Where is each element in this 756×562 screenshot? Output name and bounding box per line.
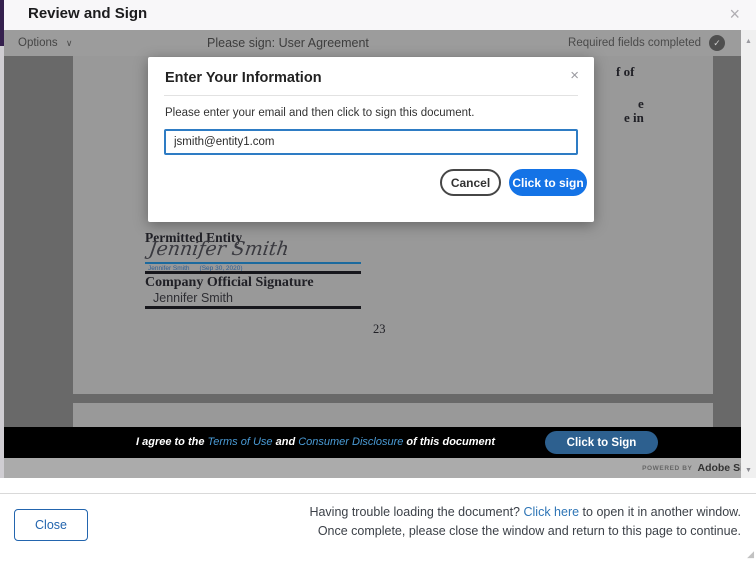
- required-fields-status: Required fields completed ✓: [568, 30, 725, 56]
- email-input[interactable]: [164, 129, 578, 155]
- adobe-sign-logo: Adobe Si: [697, 462, 741, 474]
- help-line1-post: to open it in another window.: [579, 505, 741, 519]
- modal-actions: Cancel Click to sign: [440, 169, 587, 196]
- chevron-down-icon: ∨: [66, 38, 73, 48]
- dialog-close-icon[interactable]: ×: [729, 4, 740, 24]
- divider-line: [145, 271, 361, 274]
- terms-of-use-link[interactable]: Terms of Use: [208, 436, 273, 448]
- footer-help-text: Having trouble loading the document? Cli…: [181, 503, 741, 541]
- page-number: 23: [373, 322, 386, 337]
- enter-information-modal: Enter Your Information × Please enter yo…: [148, 57, 594, 222]
- dialog-footer: Close Having trouble loading the documen…: [0, 478, 756, 562]
- modal-instruction-text: Please enter your email and then click t…: [165, 107, 474, 119]
- company-official-label: Company Official Signature: [145, 275, 314, 291]
- sign-toolbar: Options ∨ Please sign: User Agreement Re…: [4, 30, 741, 56]
- review-and-sign-dialog: Review and Sign × Options ∨ Please sign:…: [0, 0, 756, 562]
- agree-prefix: I agree to the: [136, 436, 208, 448]
- modal-close-icon[interactable]: ×: [570, 67, 579, 84]
- agree-text: I agree to the Terms of Use and Consumer…: [136, 427, 495, 458]
- dialog-title: Review and Sign: [28, 5, 147, 22]
- click-to-sign-modal-button[interactable]: Click to sign: [509, 169, 587, 196]
- agree-bar: I agree to the Terms of Use and Consumer…: [4, 427, 741, 458]
- powered-by-label: POWERED BY: [642, 465, 692, 472]
- required-fields-label: Required fields completed: [568, 37, 701, 49]
- dialog-titlebar: Review and Sign ×: [4, 0, 756, 30]
- help-line2: Once complete, please close the window a…: [318, 524, 741, 538]
- powered-by-strip: POWERED BY Adobe Si: [4, 458, 741, 478]
- modal-divider: [164, 95, 578, 96]
- company-official-name: Jennifer Smith: [153, 291, 233, 305]
- options-menu[interactable]: Options ∨: [18, 30, 72, 56]
- check-icon: ✓: [713, 38, 721, 49]
- click-here-link[interactable]: Click here: [524, 505, 580, 519]
- document-page-next: [73, 403, 713, 427]
- modal-title: Enter Your Information: [165, 70, 322, 86]
- signature-underline: [145, 262, 361, 264]
- check-circle-icon: ✓: [709, 35, 725, 51]
- agree-middle: and: [273, 436, 299, 448]
- resize-handle-icon[interactable]: ◢: [747, 549, 754, 560]
- agree-suffix: of this document: [403, 436, 495, 448]
- help-line1-pre: Having trouble loading the document?: [309, 505, 523, 519]
- doc-text-fragment: e in: [624, 110, 644, 126]
- divider-line: [145, 306, 361, 309]
- doc-text-fragment: f of: [616, 64, 634, 80]
- signature-script: Jennifer Smith: [147, 238, 290, 260]
- scroll-down-icon[interactable]: ▼: [741, 467, 756, 474]
- document-title: Please sign: User Agreement: [207, 30, 369, 56]
- close-button[interactable]: Close: [14, 509, 88, 541]
- consumer-disclosure-link[interactable]: Consumer Disclosure: [298, 436, 403, 448]
- options-label: Options: [18, 37, 58, 49]
- footer-divider: [0, 493, 756, 494]
- click-to-sign-button[interactable]: Click to Sign: [545, 431, 658, 454]
- cancel-button[interactable]: Cancel: [440, 169, 501, 196]
- vertical-scrollbar[interactable]: ▲ ▼: [741, 30, 756, 478]
- scroll-up-icon[interactable]: ▲: [741, 38, 756, 45]
